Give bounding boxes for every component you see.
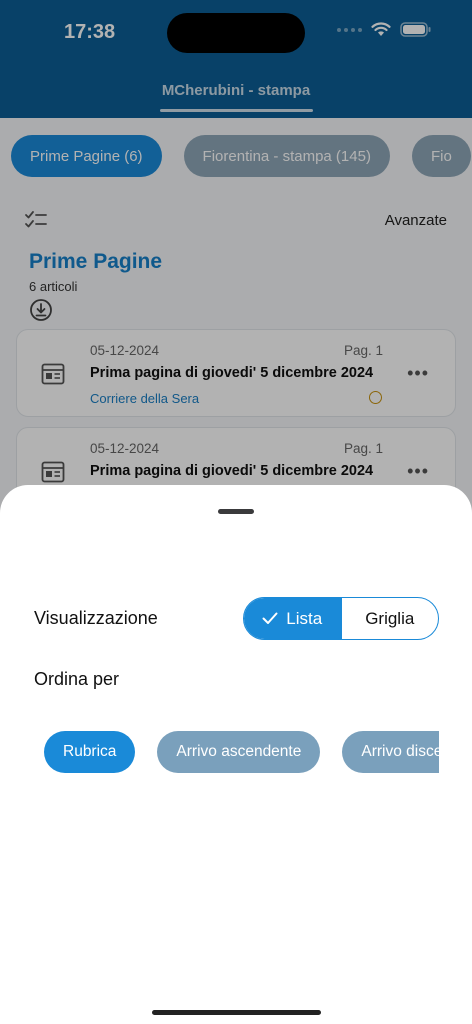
- view-mode-label: Visualizzazione: [34, 608, 158, 628]
- checkmark-icon: [262, 612, 278, 624]
- sort-options-scroller[interactable]: Rubrica Arrivo ascendente Arrivo discend…: [44, 731, 439, 773]
- view-options-sheet: Visualizzazione Lista Griglia Ordina per…: [0, 485, 472, 1024]
- sort-arrivo-discendente-chip[interactable]: Arrivo discendente: [342, 731, 439, 773]
- view-mode-toggle: Lista Griglia: [243, 597, 439, 640]
- sort-arrivo-ascendente-chip[interactable]: Arrivo ascendente: [157, 731, 321, 773]
- sort-label: Ordina per: [34, 669, 120, 689]
- sheet-grabber[interactable]: [218, 509, 254, 514]
- view-list-button[interactable]: Lista: [244, 598, 341, 639]
- view-list-label: Lista: [286, 608, 323, 628]
- view-grid-button[interactable]: Griglia: [340, 598, 439, 639]
- home-indicator: [152, 1010, 321, 1015]
- sort-rubrica-chip[interactable]: Rubrica: [44, 731, 136, 773]
- view-grid-label: Griglia: [365, 608, 415, 628]
